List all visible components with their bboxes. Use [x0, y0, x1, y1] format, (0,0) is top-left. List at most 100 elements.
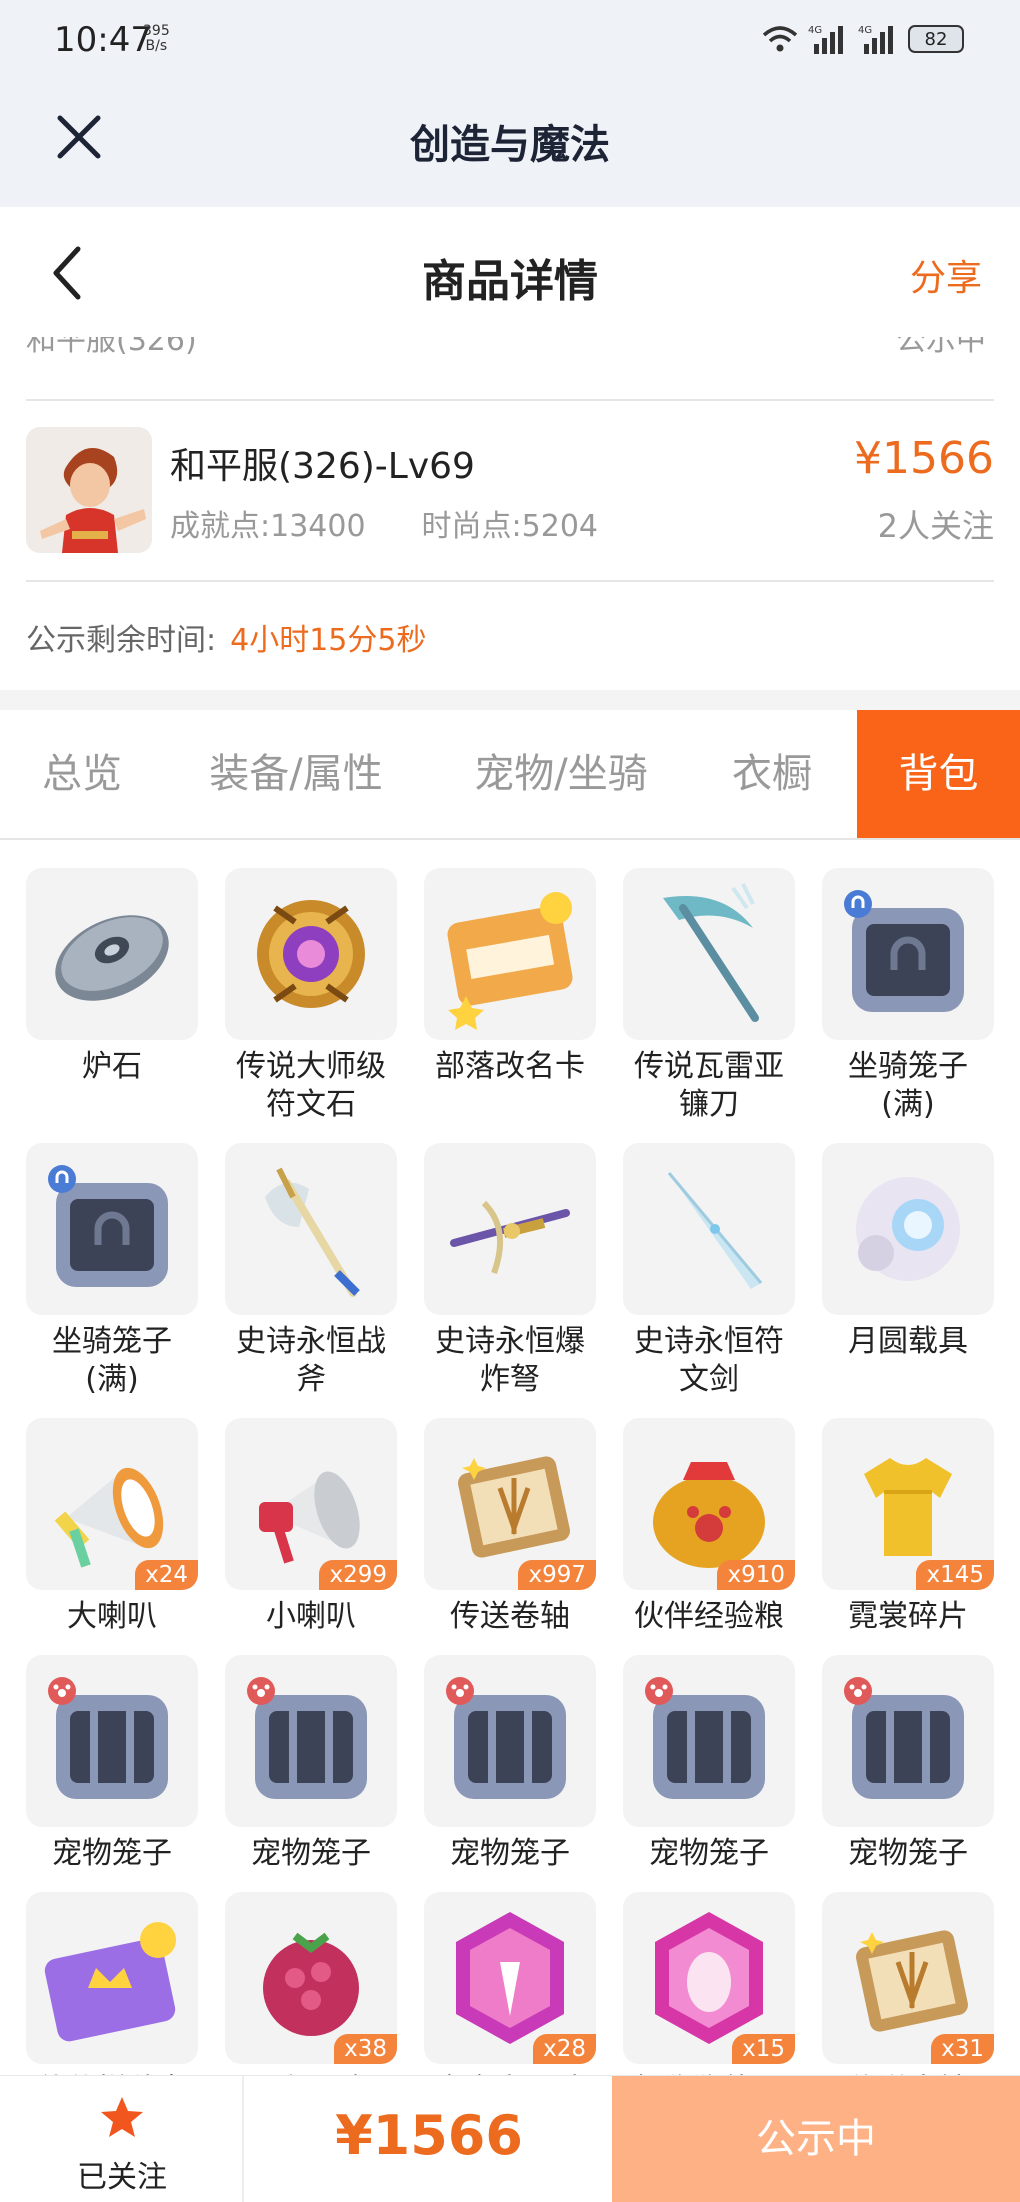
- bottom-price: ¥1566: [335, 2104, 523, 2167]
- backpack-item[interactable]: 宠物笼子: [424, 1655, 596, 1873]
- avatar: [26, 427, 152, 553]
- item-name: 传说瓦雷亚镰刀: [634, 1049, 784, 1122]
- divider: [26, 399, 994, 401]
- item-name: 宠物笼子: [848, 1836, 968, 1871]
- backpack-item[interactable]: 宠物笼子: [822, 1655, 994, 1873]
- backpack-item[interactable]: x145 霓裳碎片: [822, 1418, 994, 1636]
- moon-vehicle-icon: [856, 1177, 960, 1281]
- backpack-item[interactable]: 史诗永恒战斧: [225, 1143, 397, 1399]
- item-tile: x997: [424, 1418, 596, 1590]
- backpack-item[interactable]: 传说大师级符文石: [225, 868, 397, 1124]
- item-quantity: x910: [717, 1560, 795, 1590]
- backpack-item[interactable]: 伙伴样貌变: [26, 1892, 198, 2075]
- item-quantity: x31: [931, 2034, 994, 2064]
- item-name: 月圆载具: [848, 1324, 968, 1359]
- account-info-card: 和平服(326) 公示中 和平服(326)-Lv69 成就点:13400 时尚点:…: [0, 337, 1020, 690]
- pet-cage-icon: [446, 1677, 566, 1799]
- publicity-status-button[interactable]: 公示中: [612, 2076, 1020, 2202]
- item-tile: x31: [822, 1892, 994, 2064]
- backpack-item[interactable]: 史诗永恒符文剑: [623, 1143, 795, 1399]
- item-name: 坐骑笼子(满): [848, 1049, 968, 1122]
- network-speed-value: 395: [143, 23, 170, 39]
- backpack-item[interactable]: x31传送卷轴: [822, 1892, 994, 2075]
- item-tile: [26, 1892, 198, 2064]
- follow-label: 已关注: [77, 2160, 167, 2195]
- item-name: 炉石: [82, 1049, 142, 1084]
- backpack-item[interactable]: x997 传送卷轴: [424, 1418, 596, 1636]
- publicity-remaining: 公示剩余时间: 4小时15分5秒: [26, 615, 426, 659]
- item-name: 宠物笼子: [450, 1836, 570, 1871]
- item-quantity: x24: [135, 1560, 198, 1590]
- item-tile: [26, 1655, 198, 1827]
- item-tile: x15: [623, 1892, 795, 2064]
- item-tile: [225, 868, 397, 1040]
- item-quantity: x28: [533, 2034, 596, 2064]
- rename-card-icon: [447, 892, 573, 1030]
- pet-cage-icon: [247, 1677, 367, 1799]
- clipped-row-right: 公示中: [896, 337, 986, 358]
- backpack-item[interactable]: x910 伙伴经验粮: [623, 1418, 795, 1636]
- item-tile: [623, 1655, 795, 1827]
- item-tile: x145: [822, 1418, 994, 1590]
- backpack-item[interactable]: 坐骑笼子(满): [822, 868, 994, 1124]
- item-quantity: x38: [334, 2034, 397, 2064]
- page-title: 商品详情: [422, 256, 598, 307]
- tab-pets-mounts[interactable]: 宠物/坐骑: [446, 710, 676, 838]
- backpack-item[interactable]: 宠物笼子: [26, 1655, 198, 1873]
- divider: [26, 580, 994, 582]
- item-name: 宠物笼子: [52, 1836, 172, 1871]
- backpack-item[interactable]: x24 大喇叭: [26, 1418, 198, 1636]
- backpack-item[interactable]: 史诗永恒爆炸弩: [424, 1143, 596, 1399]
- signal-icon-1: 4G: [808, 25, 843, 54]
- backpack-item[interactable]: 传说瓦雷亚镰刀: [623, 868, 795, 1124]
- follow-button[interactable]: 已关注: [0, 2076, 244, 2202]
- account-price: ¥1566: [854, 433, 994, 484]
- battery-icon: 82: [908, 25, 964, 53]
- tab-overview[interactable]: 总览: [12, 710, 152, 838]
- tab-equipment[interactable]: 装备/属性: [186, 710, 406, 838]
- backpack-item[interactable]: 宠物笼子: [225, 1655, 397, 1873]
- star-icon: [101, 2097, 143, 2137]
- item-name: 伙伴经验粮: [634, 1599, 784, 1634]
- follower-count: 2人关注: [877, 507, 994, 545]
- item-name: 传说大师级符文石: [236, 1049, 386, 1122]
- rune-stone-icon: [257, 900, 365, 1008]
- item-tile: x910: [623, 1418, 795, 1590]
- backpack-item[interactable]: 月圆载具: [822, 1143, 994, 1361]
- remain-value: 4小时15分5秒: [230, 623, 427, 658]
- backpack-item[interactable]: x38进化果实: [225, 1892, 397, 2075]
- backpack-item[interactable]: 炉石: [26, 868, 198, 1086]
- svg-text:4G: 4G: [858, 25, 872, 36]
- backpack-item[interactable]: x15粉狗狗能进: [623, 1892, 795, 2075]
- item-tile: x38: [225, 1892, 397, 2064]
- tab-backpack[interactable]: 背包: [857, 710, 1020, 838]
- backpack-item[interactable]: 部落改名卡: [424, 868, 596, 1086]
- item-name: 宠物笼子: [251, 1836, 371, 1871]
- fashion-points: 时尚点:5204: [421, 509, 599, 544]
- item-tile: [424, 868, 596, 1040]
- item-name: 霓裳碎片: [848, 1599, 968, 1634]
- network-speed: 395 B/s: [143, 24, 170, 54]
- backpack-item[interactable]: x28宠宠多进阶: [424, 1892, 596, 2075]
- share-button[interactable]: 分享: [910, 249, 982, 301]
- item-tile: [225, 1143, 397, 1315]
- item-tile: x299: [225, 1418, 397, 1590]
- backpack-item[interactable]: 坐骑笼子(满): [26, 1143, 198, 1399]
- item-name: 小喇叭: [266, 1599, 356, 1634]
- account-stats: 成就点:13400 时尚点:5204: [170, 501, 598, 545]
- backpack-item[interactable]: 宠物笼子: [623, 1655, 795, 1873]
- item-tile: [822, 1143, 994, 1315]
- tab-wardrobe[interactable]: 衣橱: [712, 710, 832, 838]
- item-quantity: x145: [916, 1560, 994, 1590]
- item-quantity: x15: [732, 2034, 795, 2064]
- item-tile: [424, 1655, 596, 1827]
- rune-sword-icon: [667, 1172, 763, 1289]
- item-tile: [26, 868, 198, 1040]
- clipped-row-left: 和平服(326): [26, 337, 197, 358]
- backpack-item[interactable]: x299 小喇叭: [225, 1418, 397, 1636]
- account-name: 和平服(326)-Lv69: [170, 446, 475, 487]
- item-name: 史诗永恒符文剑: [634, 1324, 784, 1397]
- pet-cage-icon: [48, 1677, 168, 1799]
- item-tile: [225, 1655, 397, 1827]
- item-quantity: x997: [518, 1560, 596, 1590]
